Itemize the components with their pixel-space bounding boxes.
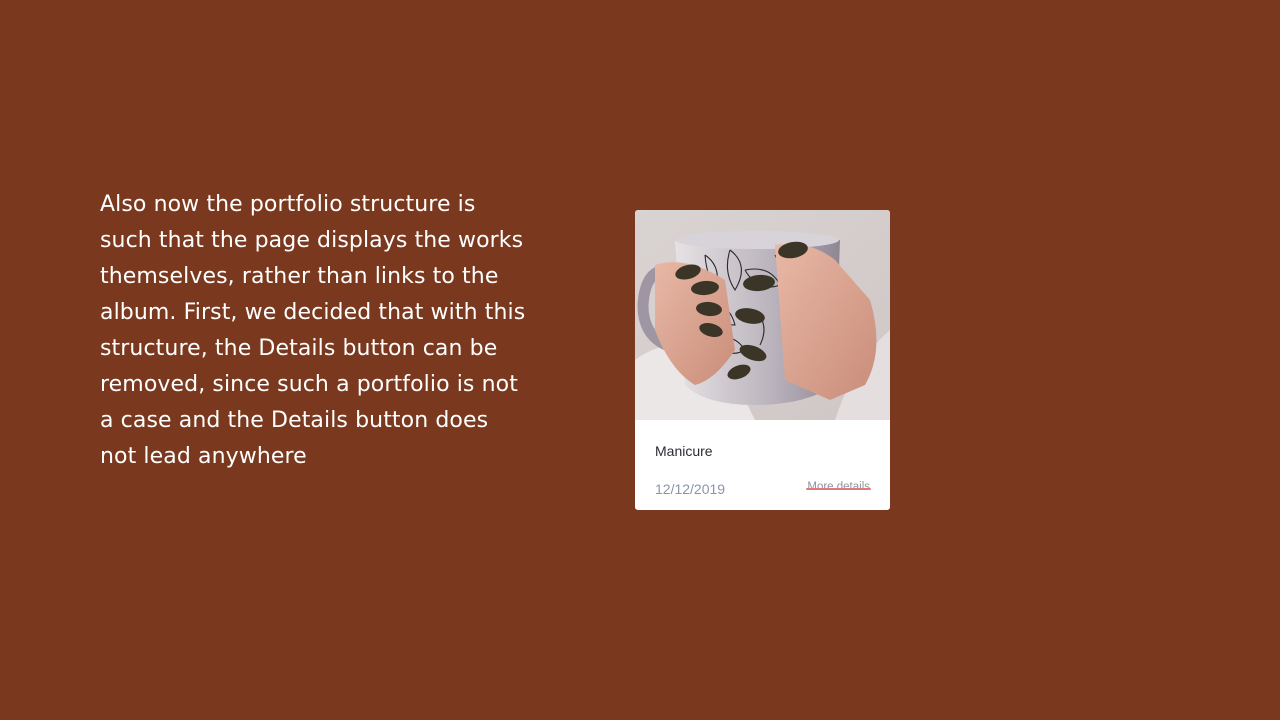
- strikethrough-mark: [806, 488, 871, 490]
- card-photo: [635, 210, 890, 420]
- card-title: Manicure: [655, 443, 713, 459]
- card-date: 12/12/2019: [655, 481, 726, 497]
- portfolio-card: Manicure 12/12/2019 More details: [635, 210, 890, 510]
- card-body: Manicure 12/12/2019 More details: [635, 420, 890, 510]
- more-details-label: More details: [807, 481, 870, 493]
- description-text: Also now the portfolio structure is such…: [100, 192, 526, 469]
- more-details-link[interactable]: More details: [806, 481, 871, 493]
